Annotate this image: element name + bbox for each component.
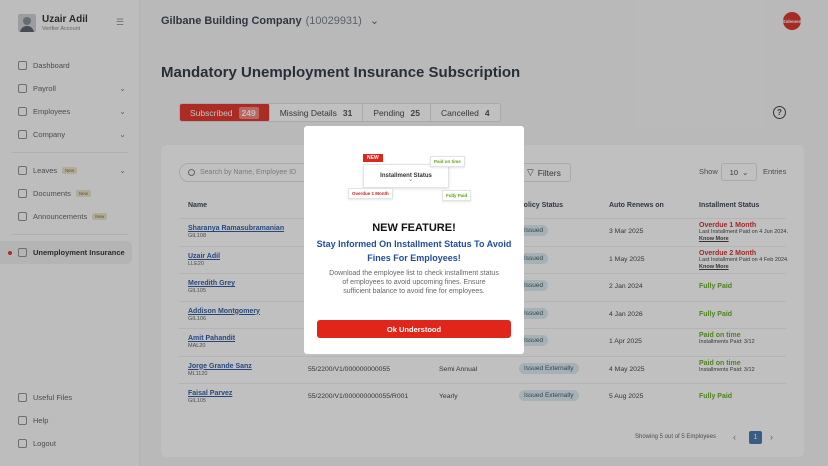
installment-status-illustration: NEW Installment Status ⌄ Paid on time Ov… xyxy=(346,152,486,212)
new-badge: NEW xyxy=(363,154,383,162)
illustration-paid-on-time: Paid on time xyxy=(430,156,465,167)
illustration-overdue: Overdue 1 Month xyxy=(348,188,393,199)
modal-subtitle: Stay Informed On Installment Status To A… xyxy=(316,239,512,263)
modal-title: NEW FEATURE! xyxy=(372,222,456,234)
chevron-down-icon: ⌄ xyxy=(408,177,414,183)
new-feature-modal: NEW Installment Status ⌄ Paid on time Ov… xyxy=(304,126,524,354)
illustration-card: Installment Status xyxy=(363,164,449,188)
illustration-fully-paid: Fully Paid xyxy=(442,190,472,201)
ok-understood-button[interactable]: Ok Understood xyxy=(317,320,511,338)
modal-body: Download the employee list to check inst… xyxy=(329,270,499,295)
